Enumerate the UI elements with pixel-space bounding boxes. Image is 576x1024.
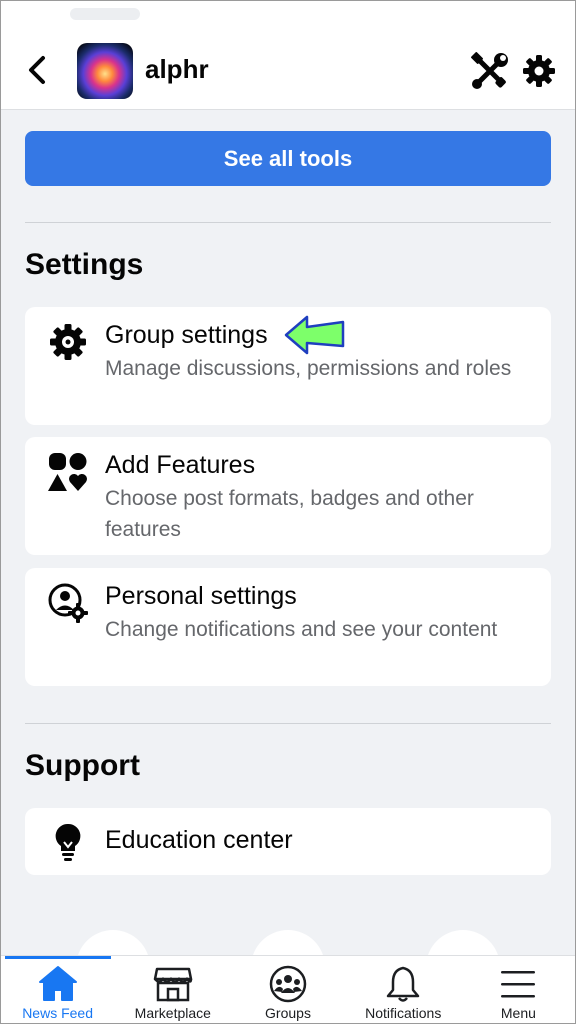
section-divider xyxy=(25,723,551,724)
item-description: Change notifications and see your conten… xyxy=(105,618,498,641)
item-title: Personal settings xyxy=(105,582,297,610)
tab-menu[interactable]: Menu xyxy=(461,956,576,1024)
item-description: Manage discussions, permissions and role… xyxy=(105,357,512,380)
education-center-item[interactable]: Education center xyxy=(25,808,551,875)
add-features-item[interactable]: Add Features Choose post formats, badges… xyxy=(25,437,551,555)
tab-groups[interactable]: Groups xyxy=(230,956,345,1024)
item-title: Add Features xyxy=(105,451,256,479)
item-description: Choose post formats, badges and other fe… xyxy=(105,487,474,541)
tab-label: News Feed xyxy=(22,1005,93,1021)
tab-news-feed[interactable]: News Feed xyxy=(0,956,115,1024)
tab-label: Marketplace xyxy=(134,1005,211,1021)
tab-notifications[interactable]: Notifications xyxy=(346,956,461,1024)
group-name[interactable]: alphr xyxy=(145,54,209,85)
home-icon xyxy=(38,966,77,1001)
wrench-screwdriver-icon[interactable] xyxy=(470,52,510,90)
section-divider xyxy=(25,222,551,223)
person-gear-icon xyxy=(48,583,88,623)
settings-section-title: Settings xyxy=(25,248,144,281)
lightbulb-icon xyxy=(55,823,81,861)
active-tab-indicator xyxy=(5,956,111,959)
personal-settings-item[interactable]: Personal settings Change notifications a… xyxy=(25,568,551,686)
gear-icon[interactable] xyxy=(522,54,556,88)
back-button[interactable] xyxy=(22,52,52,88)
green-arrow-icon xyxy=(284,315,345,355)
support-section-title: Support xyxy=(25,749,140,782)
tab-label: Menu xyxy=(500,1005,536,1021)
gear-icon xyxy=(50,324,86,360)
shop-icon xyxy=(153,967,193,1002)
tab-label: Notifications xyxy=(365,1005,442,1021)
chevron-left-icon xyxy=(29,56,45,84)
item-title: Group settings xyxy=(105,321,268,349)
status-bar-remnant xyxy=(70,8,140,20)
tab-label: Groups xyxy=(265,1005,311,1021)
tab-marketplace[interactable]: Marketplace xyxy=(115,956,230,1024)
shapes-icon xyxy=(48,453,87,491)
see-all-tools-button[interactable]: See all tools xyxy=(25,131,551,186)
bell-icon xyxy=(386,966,420,1002)
group-header: alphr xyxy=(0,0,576,110)
bottom-tab-bar: News Feed Marketplace Groups Notificatio… xyxy=(0,955,576,1024)
groups-icon xyxy=(269,965,307,1003)
item-title: Education center xyxy=(105,826,293,854)
group-avatar[interactable] xyxy=(77,43,133,99)
hamburger-icon xyxy=(501,971,536,998)
